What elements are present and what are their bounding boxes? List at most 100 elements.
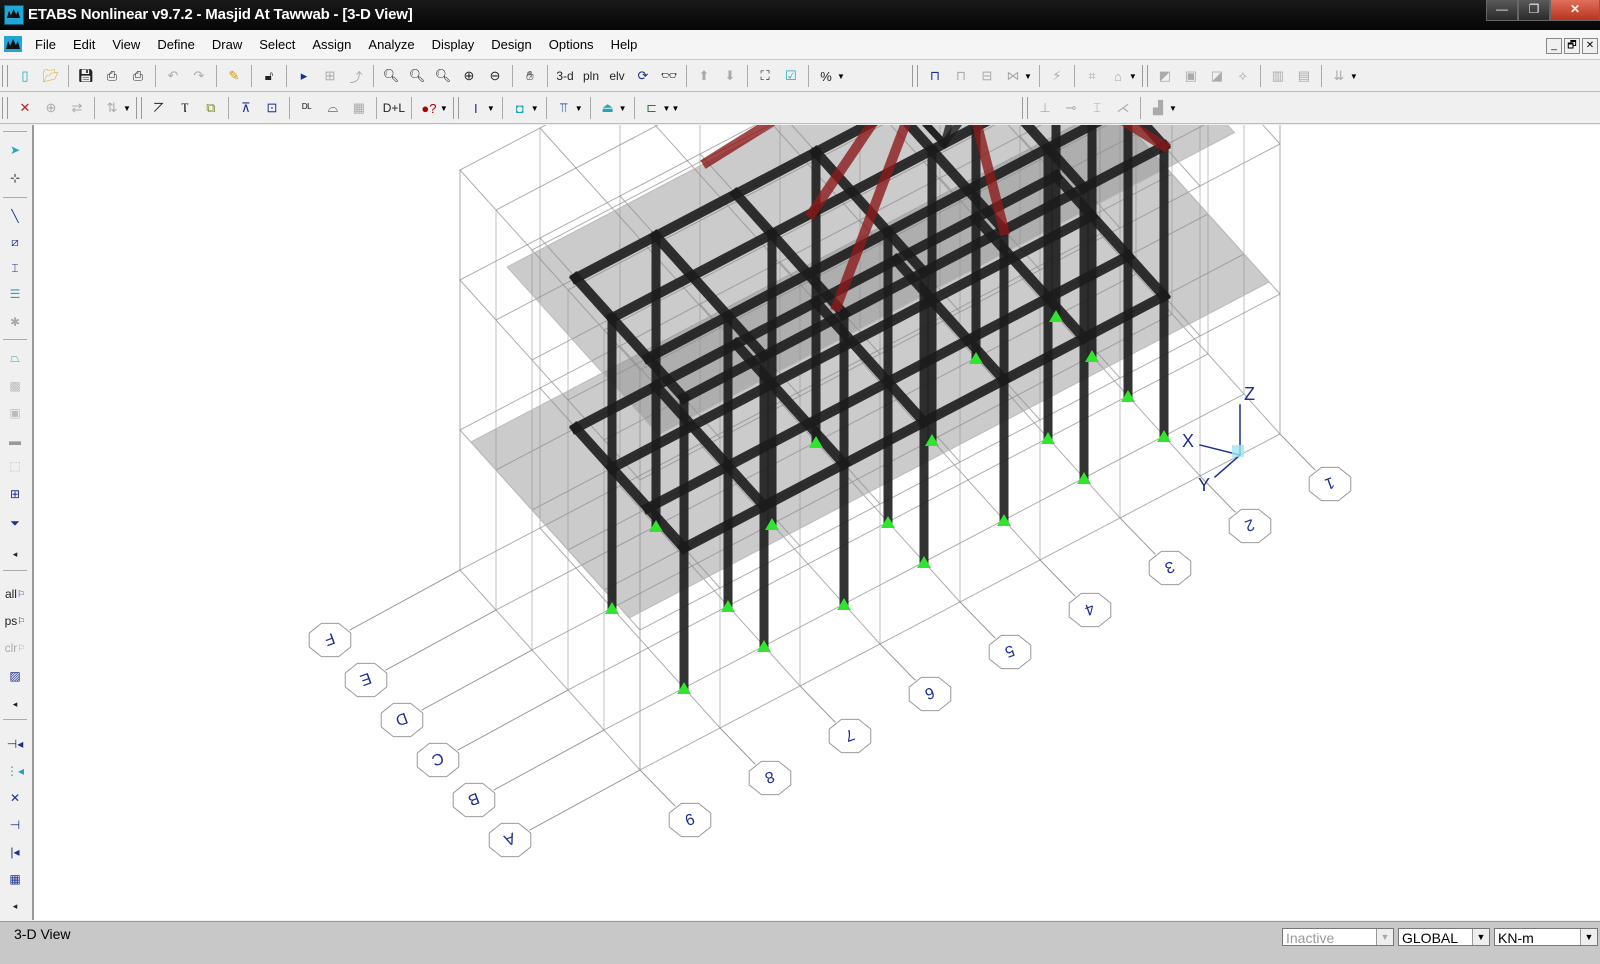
snap-midpoint-icon[interactable]: ⋮◂ — [4, 760, 26, 782]
wall-pier-icon[interactable]: ⊥ — [1034, 97, 1056, 119]
print-graphics-icon[interactable]: ⎙ — [101, 65, 123, 87]
grid-bubble-D[interactable]: D — [380, 702, 424, 738]
menu-assign[interactable]: Assign — [312, 37, 351, 52]
redo-icon[interactable]: ↷ — [188, 65, 210, 87]
toolbar-grip[interactable] — [2, 65, 8, 87]
new-model-icon[interactable]: ▯ — [14, 65, 36, 87]
structural-model-3d[interactable]: 123456789 ABCDEF Z X Y — [34, 125, 1600, 920]
deformed-shape-icon[interactable]: ⊟ — [976, 65, 998, 87]
perspective-glasses-icon[interactable]: 👓︎ — [658, 65, 680, 87]
scroll-left-icon[interactable]: ◂ — [4, 543, 26, 565]
load-combo-icon[interactable]: ᴰᴸ — [296, 97, 318, 119]
lock-icon[interactable]: 🔓︎ — [258, 65, 280, 87]
menu-view[interactable]: View — [112, 37, 140, 52]
dropdown-arrow-icon[interactable]: ▼ — [575, 104, 583, 113]
pier-design-icon[interactable]: ▥ — [1267, 65, 1289, 87]
grid-bubble-F[interactable]: F — [308, 622, 352, 658]
toolbar-grip[interactable] — [2, 97, 8, 119]
display-i-beam-icon[interactable]: ⫪ — [553, 97, 575, 119]
grid-bubble-3[interactable]: 3 — [1148, 550, 1192, 586]
minimize-button[interactable]: — — [1486, 0, 1518, 21]
toolbar-grip[interactable] — [135, 97, 142, 119]
composite-design-icon[interactable]: ◪ — [1206, 65, 1228, 87]
menu-options[interactable]: Options — [549, 37, 594, 52]
frame-sections-icon[interactable]: Ⲧ — [174, 97, 196, 119]
draw-rect-area-icon[interactable]: ▩ — [4, 375, 26, 397]
spandrel-icon[interactable]: ⌶ — [1086, 97, 1108, 119]
dropdown-arrow-icon[interactable]: ▼ — [1350, 72, 1358, 81]
draw-area-icon[interactable]: ⏢ — [4, 347, 26, 369]
spandrel-design-icon[interactable]: ▤ — [1293, 65, 1315, 87]
mdi-minimize-button[interactable]: _ — [1546, 38, 1562, 54]
mdi-restore-button[interactable]: 🗗 — [1564, 38, 1580, 54]
3d-view-canvas[interactable]: 123456789 ABCDEF Z X Y — [34, 125, 1600, 920]
dropdown-arrow-icon[interactable]: ▼ — [837, 72, 845, 81]
draw-frame-region-icon[interactable]: ⧄ — [4, 231, 26, 253]
show-loads-icon[interactable]: ⊓ — [950, 65, 972, 87]
grid-bubble-2[interactable]: 2 — [1228, 508, 1272, 544]
draw-column-icon[interactable]: ⌶ — [4, 257, 26, 279]
move-up-icon[interactable]: ⬆ — [693, 65, 715, 87]
story-icon[interactable]: ▟ — [1147, 97, 1169, 119]
select-all-button[interactable]: all ⚐ — [4, 583, 26, 605]
display-frame-icon[interactable]: I — [465, 97, 487, 119]
show-undeformed-icon[interactable]: ⊓ — [924, 65, 946, 87]
run-nonlinear-icon[interactable]: ⤴ — [345, 65, 367, 87]
grid-bubble-6[interactable]: 6 — [908, 676, 952, 712]
run-analysis-icon[interactable]: ▸ — [293, 65, 315, 87]
set-display-options-icon[interactable]: ☑ — [780, 65, 802, 87]
mdi-close-button[interactable]: ✕ — [1582, 38, 1598, 54]
grid-bubble-1[interactable]: 1 — [1308, 466, 1352, 502]
grid-bubble-7[interactable]: 7 — [828, 718, 872, 754]
dropdown-arrow-icon[interactable]: ▼ — [123, 104, 131, 113]
dropdown-arrow-icon[interactable]: ▼ — [1129, 72, 1137, 81]
snap-points-icon[interactable]: ⊣◂ — [4, 733, 26, 755]
virtual-work-icon[interactable]: ⌂ — [1107, 65, 1129, 87]
grid-bubble-5[interactable]: 5 — [988, 634, 1032, 670]
display-column-icon[interactable]: ⊏ — [641, 97, 663, 119]
wall-slab-deck-icon[interactable]: ⧉ — [200, 97, 222, 119]
draw-brace-icon[interactable]: ✱ — [4, 311, 26, 333]
dropdown-arrow-icon[interactable]: ▼ — [619, 104, 627, 113]
menu-select[interactable]: Select — [259, 37, 295, 52]
inactive-dropdown[interactable]: Inactive ▼ — [1282, 928, 1394, 946]
chevron-down-icon[interactable]: ▼ — [1580, 929, 1597, 945]
previous-zoom-icon[interactable]: 🔍︎ — [432, 65, 454, 87]
draw-section-cut-icon[interactable]: ⏷ — [4, 512, 26, 534]
dropdown-arrow-icon[interactable]: ▼ — [531, 104, 539, 113]
close-button[interactable]: ✕ — [1550, 0, 1600, 21]
toolbar-grip[interactable] — [912, 65, 918, 87]
set-building-view-icon[interactable]: ⛶ — [754, 65, 776, 87]
check-model-icon[interactable]: ●? — [418, 97, 440, 119]
draw-click-area-icon[interactable]: ▣ — [4, 402, 26, 424]
save-icon[interactable]: 💾︎ — [75, 65, 97, 87]
document-icon[interactable] — [4, 36, 22, 52]
plan-view-button[interactable]: pln — [580, 65, 602, 87]
concrete-design-icon[interactable]: ▣ — [1180, 65, 1202, 87]
toolbar-grip[interactable] — [1141, 65, 1148, 87]
etabs-app-icon[interactable] — [4, 5, 24, 25]
get-selection-icon[interactable]: ▨ — [4, 665, 26, 687]
draw-line-icon[interactable]: ╲ — [4, 205, 26, 227]
menu-file[interactable]: File — [35, 37, 56, 52]
steel-joist-design-icon[interactable]: ⟡ — [1232, 65, 1254, 87]
display-area-icon[interactable]: ◘ — [509, 97, 531, 119]
scroll-left-icon[interactable]: ◂ — [4, 693, 26, 715]
menu-display[interactable]: Display — [432, 37, 475, 52]
static-load-cases-icon[interactable]: ⊼ — [235, 97, 257, 119]
restore-full-view-icon[interactable]: 🔍︎ — [406, 65, 428, 87]
menu-draw[interactable]: Draw — [212, 37, 242, 52]
menu-define[interactable]: Define — [157, 37, 195, 52]
grid-bubble-C[interactable]: C — [416, 742, 460, 778]
zoom-out-icon[interactable]: ⊖ — [484, 65, 506, 87]
grid-bubble-B[interactable]: B — [452, 782, 496, 818]
diaphragms-icon[interactable]: ⇄ — [66, 97, 88, 119]
joint-restraints-icon[interactable]: ✕ — [14, 97, 36, 119]
move-down-icon[interactable]: ⬇ — [719, 65, 741, 87]
units-dropdown[interactable]: KN-m ▼ — [1494, 928, 1598, 946]
link-icon[interactable]: ⊸ — [1060, 97, 1082, 119]
scroll-left-icon[interactable]: ◂ — [4, 895, 26, 917]
undo-icon[interactable]: ↶ — [162, 65, 184, 87]
clear-selection-button[interactable]: clr ⚐ — [4, 637, 26, 659]
add-combo-icon[interactable]: D+L — [383, 97, 405, 119]
